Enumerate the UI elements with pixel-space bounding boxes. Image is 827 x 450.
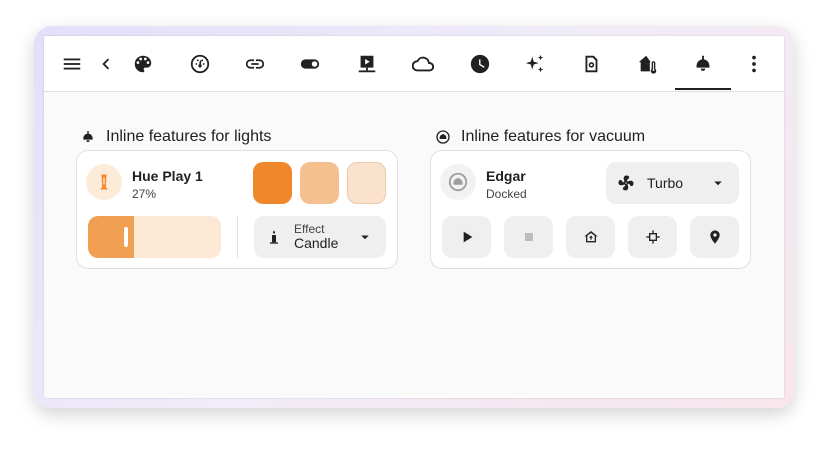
- ceiling-light-icon: [83, 131, 93, 142]
- candle-icon: [270, 230, 278, 244]
- clean-spot-button[interactable]: [628, 216, 677, 258]
- stop-icon: [524, 233, 533, 241]
- robot-vacuum-icon: [448, 172, 468, 192]
- back-icon[interactable]: [86, 48, 126, 80]
- sparkles-icon[interactable]: [515, 48, 555, 80]
- vacuum-section-title: Inline features for vacuum: [435, 128, 645, 146]
- more-vertical-icon[interactable]: [734, 48, 774, 80]
- window-frame: Inline features for lights Hue Play 1 27…: [34, 26, 794, 408]
- active-tab-indicator: [675, 88, 731, 90]
- media-icon[interactable]: [347, 48, 387, 80]
- effect-label: Effect: [294, 221, 325, 236]
- return-home-icon: [583, 231, 598, 243]
- lights-section-title: Inline features for lights: [80, 128, 271, 146]
- effect-select[interactable]: Effect Candle: [254, 216, 386, 258]
- locate-icon: [709, 230, 720, 244]
- robot-vacuum-icon[interactable]: [571, 48, 611, 80]
- color-swatch-2[interactable]: [300, 162, 339, 204]
- stop-button[interactable]: [504, 216, 553, 258]
- light-state-icon[interactable]: [86, 164, 122, 200]
- color-swatch-3[interactable]: [347, 162, 386, 204]
- palette-icon[interactable]: [123, 48, 163, 80]
- link-icon[interactable]: [235, 48, 275, 80]
- effect-value: Candle: [294, 234, 339, 251]
- section-title-text: Inline features for vacuum: [461, 128, 646, 145]
- app-window: Inline features for lights Hue Play 1 27…: [44, 36, 784, 398]
- toggle-icon[interactable]: [290, 48, 330, 80]
- brightness-slider-handle[interactable]: [124, 227, 128, 247]
- light-entity-name[interactable]: Hue Play 1: [132, 168, 203, 184]
- toolbar: [44, 36, 784, 92]
- fan-icon: [618, 175, 634, 191]
- chevron-down-icon: [361, 235, 369, 240]
- light-entity-state: 27%: [132, 187, 157, 201]
- vacuum-card: Edgar Docked Turbo: [430, 150, 751, 269]
- return-home-button[interactable]: [566, 216, 615, 258]
- chevron-down-icon: [714, 181, 722, 186]
- clock-icon[interactable]: [460, 48, 500, 80]
- vacuum-entity-state: Docked: [486, 187, 527, 201]
- fan-speed-select[interactable]: Turbo: [606, 162, 739, 204]
- lights-card: Hue Play 1 27% Effect Candle: [76, 150, 398, 269]
- start-button[interactable]: [442, 216, 491, 258]
- vacuum-entity-name[interactable]: Edgar: [486, 168, 526, 184]
- divider: [237, 216, 238, 258]
- ceiling-light-icon[interactable]: [683, 48, 723, 80]
- color-swatch-1[interactable]: [253, 162, 292, 204]
- home-thermometer-icon[interactable]: [628, 48, 668, 80]
- vacuum-state-icon[interactable]: [440, 164, 476, 200]
- brightness-slider[interactable]: [88, 216, 221, 258]
- fan-speed-value: Turbo: [647, 175, 684, 191]
- robot-vacuum-icon: [436, 130, 450, 144]
- section-title-text: Inline features for lights: [106, 128, 272, 145]
- clean-spot-icon: [645, 230, 660, 244]
- play-icon: [463, 231, 472, 243]
- cloud-icon[interactable]: [403, 48, 443, 80]
- locate-button[interactable]: [690, 216, 739, 258]
- gauge-icon[interactable]: [180, 48, 220, 80]
- lamp-icon: [100, 174, 108, 190]
